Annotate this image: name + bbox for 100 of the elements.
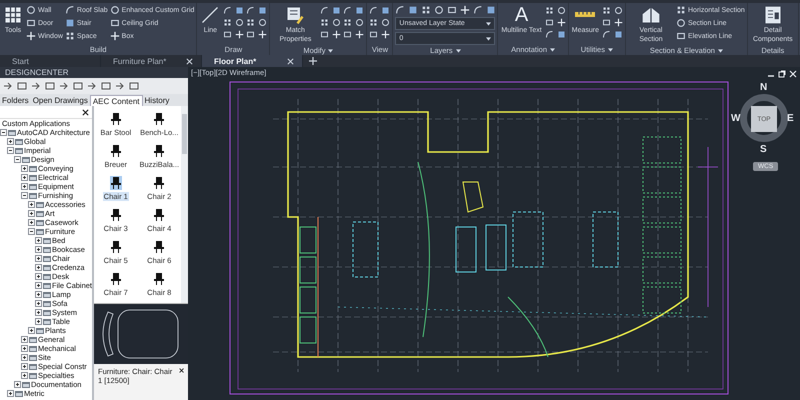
grid-icon[interactable] xyxy=(246,18,256,27)
compass-north[interactable]: N xyxy=(760,82,768,93)
circle-icon[interactable] xyxy=(110,5,120,15)
arc-icon[interactable] xyxy=(64,5,75,15)
circle-icon[interactable] xyxy=(434,5,444,15)
expand-toggle[interactable] xyxy=(28,327,35,334)
expand-toggle[interactable] xyxy=(21,165,28,172)
arrow-icon[interactable] xyxy=(115,81,125,91)
square-icon[interactable] xyxy=(355,6,364,15)
collapse-toggle[interactable] xyxy=(0,129,7,136)
circle-icon[interactable] xyxy=(258,18,268,27)
arrow-icon[interactable] xyxy=(59,81,69,91)
palette-tab[interactable]: Folders xyxy=(0,95,31,106)
square-icon[interactable] xyxy=(381,6,390,15)
circle-icon[interactable] xyxy=(355,18,364,27)
rectangle-icon[interactable] xyxy=(246,30,256,39)
circle-icon[interactable] xyxy=(676,18,686,28)
grid-icon[interactable] xyxy=(223,18,232,27)
arrow-icon[interactable] xyxy=(3,81,13,91)
expand-toggle[interactable] xyxy=(7,138,14,145)
circle-icon[interactable] xyxy=(26,5,36,15)
square-icon[interactable] xyxy=(332,6,342,15)
square-icon[interactable] xyxy=(258,6,268,15)
grid-icon[interactable] xyxy=(421,5,432,15)
collapse-toggle[interactable] xyxy=(14,156,21,163)
grid-icon[interactable] xyxy=(544,6,554,15)
expand-toggle[interactable] xyxy=(7,390,14,397)
palette-tab[interactable]: AEC Content xyxy=(90,95,143,106)
expand-toggle[interactable] xyxy=(21,336,28,343)
circle-icon[interactable] xyxy=(332,18,342,27)
square-icon[interactable] xyxy=(235,6,244,15)
expand-toggle[interactable] xyxy=(21,354,28,361)
restore-icon[interactable] xyxy=(778,70,786,78)
grid-icon[interactable] xyxy=(602,6,611,15)
grid-icon[interactable] xyxy=(320,18,330,27)
compass-south[interactable]: S xyxy=(760,144,767,155)
expand-toggle[interactable] xyxy=(28,219,35,226)
grid-icon[interactable] xyxy=(369,18,378,27)
arc-icon[interactable] xyxy=(246,6,256,15)
collapse-toggle[interactable] xyxy=(21,192,28,199)
circle-icon[interactable] xyxy=(556,6,566,15)
expand-toggle[interactable] xyxy=(35,300,42,307)
arc-icon[interactable] xyxy=(473,5,484,15)
expand-toggle[interactable] xyxy=(28,201,35,208)
circle-icon[interactable] xyxy=(614,6,623,15)
palette-tab[interactable]: History xyxy=(142,95,172,106)
expand-toggle[interactable] xyxy=(21,174,28,181)
grid-icon[interactable] xyxy=(676,5,686,15)
close-icon[interactable] xyxy=(178,367,184,374)
circle-icon[interactable] xyxy=(381,18,390,27)
arrow-icon[interactable] xyxy=(31,81,41,91)
expand-toggle[interactable] xyxy=(35,273,42,280)
expand-toggle[interactable] xyxy=(21,363,28,370)
file-tab[interactable]: Floor Plan* xyxy=(202,55,303,67)
grid-icon[interactable] xyxy=(64,31,75,41)
arc-icon[interactable] xyxy=(544,30,554,39)
square-icon[interactable] xyxy=(614,30,623,39)
scrollbar[interactable] xyxy=(181,106,188,303)
expand-toggle[interactable] xyxy=(21,183,28,190)
expand-toggle[interactable] xyxy=(35,255,42,262)
compass-east[interactable]: E xyxy=(787,113,794,124)
palette-tab[interactable]: Open Drawings xyxy=(30,95,90,106)
rectangle-icon[interactable] xyxy=(26,18,36,28)
rectangle-icon[interactable] xyxy=(544,18,554,27)
arrow-icon[interactable] xyxy=(87,81,97,91)
plus-icon[interactable] xyxy=(309,57,317,65)
expand-toggle[interactable] xyxy=(14,381,21,388)
square-icon[interactable] xyxy=(556,30,566,39)
grid-icon[interactable] xyxy=(343,18,352,27)
square-icon[interactable] xyxy=(64,18,75,28)
close-icon[interactable] xyxy=(82,108,89,116)
arc-icon[interactable] xyxy=(343,6,352,15)
expand-toggle[interactable] xyxy=(21,372,28,379)
rectangle-icon[interactable] xyxy=(343,30,352,39)
arc-icon[interactable] xyxy=(602,30,611,39)
arc-icon[interactable] xyxy=(395,5,406,15)
expand-toggle[interactable] xyxy=(35,237,42,244)
rectangle-icon[interactable] xyxy=(369,30,378,39)
arc-icon[interactable] xyxy=(223,6,232,15)
collapse-toggle[interactable] xyxy=(7,147,14,154)
expand-toggle[interactable] xyxy=(35,291,42,298)
expand-toggle[interactable] xyxy=(35,264,42,271)
collapse-toggle[interactable] xyxy=(28,228,35,235)
expand-toggle[interactable] xyxy=(21,345,28,352)
expand-toggle[interactable] xyxy=(35,246,42,253)
expand-toggle[interactable] xyxy=(35,318,42,325)
rectangle-icon[interactable] xyxy=(602,18,611,27)
compass-west[interactable]: W xyxy=(731,113,740,124)
arc-icon[interactable] xyxy=(369,6,378,15)
square-icon[interactable] xyxy=(408,5,418,15)
rectangle-icon[interactable] xyxy=(110,18,120,28)
rectangle-icon[interactable] xyxy=(676,31,686,41)
expand-toggle[interactable] xyxy=(28,210,35,217)
rectangle-icon[interactable] xyxy=(320,30,330,39)
circle-icon[interactable] xyxy=(235,18,244,27)
expand-toggle[interactable] xyxy=(35,282,42,289)
arc-icon[interactable] xyxy=(320,6,330,15)
rectangle-icon[interactable] xyxy=(447,5,458,15)
rectangle-icon[interactable] xyxy=(223,30,232,39)
square-icon[interactable] xyxy=(486,5,496,15)
